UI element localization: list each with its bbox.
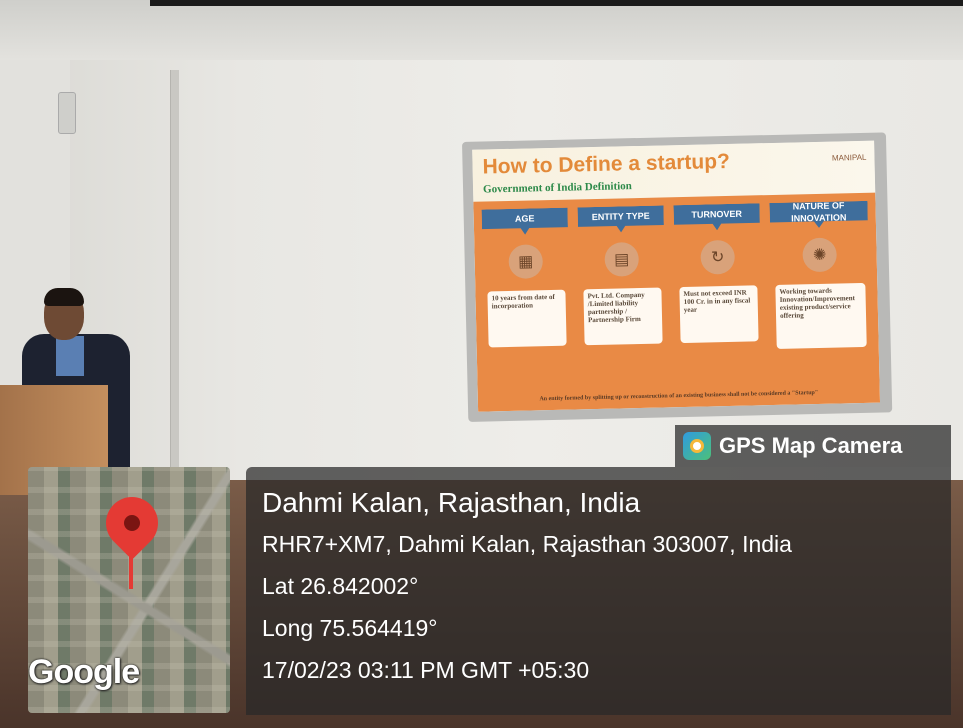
slide-title: How to Define a startup? — [482, 149, 731, 179]
map-pin-center — [124, 515, 140, 531]
column-text: Working towards Innovation/Improvement e… — [775, 282, 867, 349]
map-pin-tip — [129, 547, 133, 589]
column-tag: NATURE OF INNOVATION — [769, 201, 868, 229]
ceiling — [0, 0, 963, 60]
lightbulb-icon: ✺ — [802, 237, 838, 273]
slide-logos: MANIPAL — [831, 152, 867, 163]
document-icon: ▤ — [604, 242, 640, 277]
slide-column-entity-type: ENTITY TYPE ▤ Pvt. Ltd. Company /Limited… — [578, 205, 668, 371]
address: RHR7+XM7, Dahmi Kalan, Rajasthan 303007,… — [262, 531, 792, 557]
column-text: Pvt. Ltd. Company /Limited liability par… — [583, 287, 663, 346]
slide-column-turnover: TURNOVER ↻ Must not exceed INR 100 Cr. i… — [673, 203, 763, 369]
latitude: Lat 26.842002° — [262, 573, 419, 599]
calendar-icon: ▦ — [508, 244, 544, 279]
timestamp: 17/02/23 03:11 PM GMT +05:30 — [262, 657, 590, 683]
google-logo: Google — [28, 653, 140, 691]
app-badge: GPS Map Camera — [675, 425, 951, 467]
slide-column-innovation: NATURE OF INNOVATION ✺ Working towards I… — [769, 201, 871, 367]
column-text: 10 years from date of incorporation — [487, 289, 567, 348]
slide-body: AGE ▦ 10 years from date of incorporatio… — [473, 192, 881, 412]
column-text: Must not exceed INR 100 Cr. in in any fi… — [679, 285, 759, 344]
map-thumbnail: Google — [28, 467, 230, 713]
longitude: Long 75.564419° — [262, 615, 438, 641]
column-tag: TURNOVER — [673, 203, 760, 231]
camera-app-icon — [683, 432, 711, 460]
slide-footnote: An entity formed by splitting up or reco… — [539, 389, 819, 403]
top-edge-bar — [150, 0, 963, 6]
wall-device — [58, 92, 76, 134]
slide-subtitle: Government of India Definition — [482, 180, 632, 196]
slide-column-age: AGE ▦ 10 years from date of incorporatio… — [482, 208, 572, 374]
slide: How to Define a startup? Government of I… — [472, 140, 881, 412]
location-info-panel: Dahmi Kalan, Rajasthan, India RHR7+XM7, … — [246, 467, 951, 715]
column-tag: AGE — [482, 208, 569, 236]
slide-header: How to Define a startup? Government of I… — [472, 140, 876, 202]
projection-screen: How to Define a startup? Government of I… — [462, 132, 893, 422]
place-name: Dahmi Kalan, Rajasthan, India — [262, 487, 641, 518]
app-badge-label: GPS Map Camera — [719, 433, 903, 458]
wall-pipe — [170, 70, 179, 470]
speaker-shirt — [56, 336, 84, 376]
money-cycle-icon: ↻ — [700, 239, 736, 275]
column-tag: ENTITY TYPE — [578, 205, 665, 233]
speaker-hair — [44, 288, 84, 306]
